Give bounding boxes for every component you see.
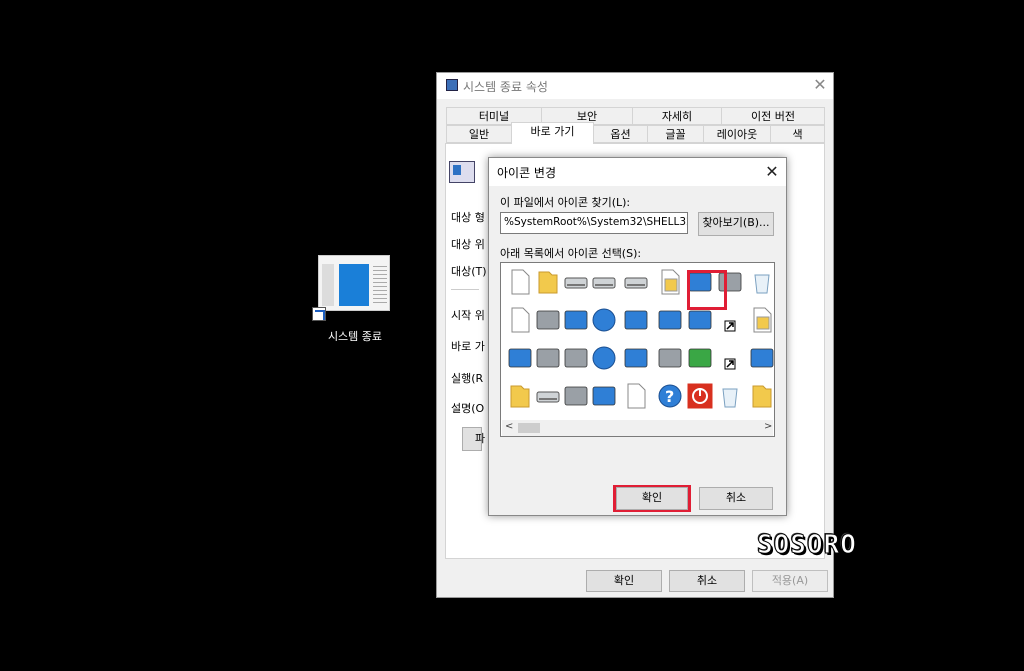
- network-computer-icon[interactable]: [624, 310, 648, 330]
- folder-open-icon[interactable]: [510, 385, 530, 408]
- app-window-icon[interactable]: [508, 348, 532, 368]
- run-label: 실행(R: [451, 372, 484, 385]
- blue-square-icon[interactable]: [750, 348, 774, 368]
- properties-titlebar: 시스템 종료 속성 ✕: [437, 73, 833, 99]
- folder-icon[interactable]: [538, 271, 558, 294]
- printer-icon[interactable]: [624, 277, 648, 289]
- start-in-label: 시작 위: [451, 309, 485, 322]
- select-icon-label: 아래 목록에서 아이콘 선택(S):: [500, 247, 642, 260]
- close-icon[interactable]: ✕: [761, 161, 783, 183]
- search-icon[interactable]: [658, 348, 682, 368]
- floppy-icon[interactable]: [536, 348, 560, 368]
- target-type-label: 대상 형: [451, 211, 485, 224]
- desktop-shortcut-label: 시스템 종료: [327, 330, 383, 343]
- window-title: 시스템 종료 속성: [463, 80, 548, 94]
- horizontal-scrollbar[interactable]: < >: [502, 420, 773, 436]
- tab-colors[interactable]: 색: [770, 125, 825, 143]
- zip-folder-icon[interactable]: [752, 385, 772, 408]
- lock-doc-icon[interactable]: [753, 307, 772, 333]
- monitor-icon[interactable]: [592, 386, 616, 406]
- find-icons-label: 이 파일에서 아이콘 찾기(L):: [500, 196, 631, 209]
- cancel-button[interactable]: 취소: [669, 570, 745, 592]
- cd-drive-icon[interactable]: [564, 386, 588, 406]
- text-doc-icon[interactable]: [511, 307, 530, 333]
- network-icon[interactable]: [624, 348, 648, 368]
- shortcut-key-label: 바로 가: [451, 340, 485, 353]
- tab-details[interactable]: 자세히: [632, 107, 722, 125]
- icon-file-path-input[interactable]: %SystemRoot%\System32\SHELL32.dl: [500, 212, 688, 234]
- drive-delete-icon[interactable]: [564, 348, 588, 368]
- globe-icon[interactable]: [592, 308, 616, 332]
- tab-font[interactable]: 글꼴: [647, 125, 704, 143]
- browse-button[interactable]: 찾아보기(B)...: [698, 212, 774, 236]
- change-icon-dialog: 아이콘 변경 ✕ 이 파일에서 아이콘 찾기(L): %SystemRoot%\…: [488, 157, 787, 516]
- network-drive-icon[interactable]: [564, 310, 588, 330]
- apply-button[interactable]: 적용(A): [752, 570, 828, 592]
- comment-label: 설명(O: [451, 402, 485, 415]
- icon-list[interactable]: ? < >: [500, 262, 775, 437]
- tab-options[interactable]: 옵션: [593, 125, 648, 143]
- settings-window-icon[interactable]: [688, 310, 712, 330]
- computer-icon[interactable]: [536, 310, 560, 330]
- help-icon[interactable]: ?: [658, 384, 682, 408]
- dialog-title: 아이콘 변경: [497, 166, 557, 180]
- drive-icon[interactable]: [564, 277, 588, 289]
- scroll-left-icon[interactable]: <: [505, 421, 513, 432]
- scrollbar-thumb[interactable]: [518, 423, 540, 433]
- shortcut-arrow-icon: [312, 307, 326, 321]
- shortcut-arrow-icon[interactable]: [724, 320, 736, 332]
- control-panel-icon[interactable]: [658, 310, 682, 330]
- tab-general[interactable]: 일반: [446, 125, 512, 143]
- scroll-right-icon[interactable]: >: [764, 421, 772, 432]
- chip-icon[interactable]: [592, 277, 616, 289]
- shortcut-icon-preview: [449, 161, 475, 183]
- disk-drive-icon[interactable]: [536, 391, 560, 403]
- recycle-icon[interactable]: [754, 274, 770, 294]
- dialog-titlebar: 아이콘 변경 ✕: [489, 158, 786, 186]
- icon-grid: ?: [508, 269, 774, 410]
- target-location-label: 대상 위: [451, 238, 485, 251]
- desktop-shortcut-shutdown[interactable]: 시스템 종료: [312, 255, 398, 345]
- tab-layout[interactable]: 레이아웃: [703, 125, 771, 143]
- shortcut-thumbnail: [318, 255, 390, 311]
- shortcut-window-icon: [446, 79, 458, 91]
- svg-text:?: ?: [665, 387, 674, 406]
- selected-icon-highlight: [687, 270, 727, 310]
- file-clock-icon[interactable]: [661, 269, 680, 295]
- ok-button[interactable]: 확인: [586, 570, 662, 592]
- globe-mouse-icon[interactable]: [592, 346, 616, 370]
- dialog-cancel-button[interactable]: 취소: [699, 487, 773, 510]
- clock-small-icon[interactable]: [724, 358, 736, 370]
- green-arrow-icon[interactable]: [688, 348, 712, 368]
- divider: [451, 289, 479, 290]
- watermark-logo: SOSORO: [757, 530, 857, 561]
- target-label: 대상(T): [451, 265, 487, 278]
- dialog-ok-button[interactable]: 확인: [616, 487, 688, 510]
- tab-shortcut[interactable]: 바로 가기: [511, 122, 594, 144]
- power-icon[interactable]: [686, 382, 714, 410]
- tab-previous-versions[interactable]: 이전 버전: [721, 107, 825, 125]
- document-icon[interactable]: [511, 269, 530, 295]
- open-file-location-button[interactable]: 파: [462, 427, 485, 451]
- recycle-bin-icon[interactable]: [722, 388, 738, 408]
- grid-doc-icon[interactable]: [627, 383, 646, 409]
- close-icon[interactable]: ✕: [809, 75, 831, 95]
